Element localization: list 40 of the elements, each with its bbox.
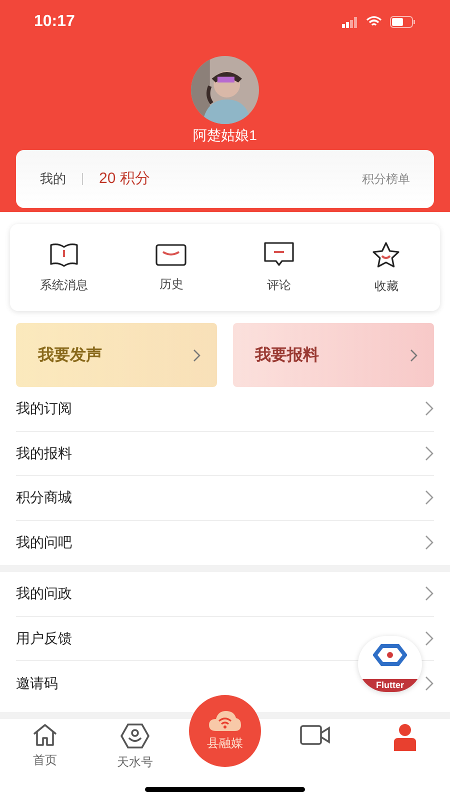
chevron-right-icon — [193, 348, 201, 362]
menu-row[interactable]: 我的订阅 — [16, 387, 434, 432]
user-name: 阿楚姑娘1 — [193, 126, 257, 144]
points-label: 我的 — [40, 170, 66, 188]
chevron-right-icon — [425, 401, 434, 416]
flutter-badge[interactable]: Flutter — [358, 636, 422, 692]
hexagon-logo-icon — [373, 644, 407, 666]
action-banner[interactable]: 我要报料 — [233, 323, 434, 387]
chevron-right-icon — [425, 586, 434, 602]
chevron-right-icon — [425, 490, 434, 506]
chevron-right-icon — [425, 446, 434, 461]
home-icon — [32, 723, 58, 747]
person-icon — [392, 723, 418, 751]
chevron-right-icon — [425, 676, 434, 691]
menu-row[interactable]: 积分商城 — [16, 476, 434, 520]
video-camera-icon — [299, 723, 331, 747]
menu-row[interactable]: 我的问政 — [16, 572, 434, 616]
shortcut-button[interactable]: 评论 — [225, 241, 332, 294]
chevron-right-icon — [410, 348, 418, 362]
shortcut-button[interactable]: 系统消息 — [10, 242, 118, 294]
points-value: 20 积分 — [99, 168, 150, 189]
tab-bar-item[interactable]: 天水号 — [90, 719, 180, 771]
signal-icon — [342, 16, 358, 28]
comment-icon — [262, 241, 295, 268]
chevron-right-icon — [425, 630, 434, 646]
menu-row[interactable]: 我的报料 — [16, 432, 434, 476]
hexagon-user-icon — [120, 723, 150, 749]
status-time: 10:17 — [34, 12, 75, 32]
mail-icon — [155, 242, 188, 266]
battery-icon — [390, 16, 416, 28]
chevron-right-icon — [425, 535, 434, 550]
book-icon — [48, 242, 79, 268]
shortcut-button[interactable]: 历史 — [118, 242, 225, 292]
wifi-icon — [366, 16, 382, 28]
action-banner[interactable]: 我要发声 — [16, 323, 217, 387]
star-icon — [371, 240, 402, 268]
menu-row[interactable]: 我的问吧 — [16, 520, 434, 565]
shortcut-button[interactable]: 收藏 — [332, 240, 440, 294]
tab-bar-item[interactable]: 首页 — [0, 719, 90, 769]
cloud-wifi-icon — [208, 710, 242, 732]
